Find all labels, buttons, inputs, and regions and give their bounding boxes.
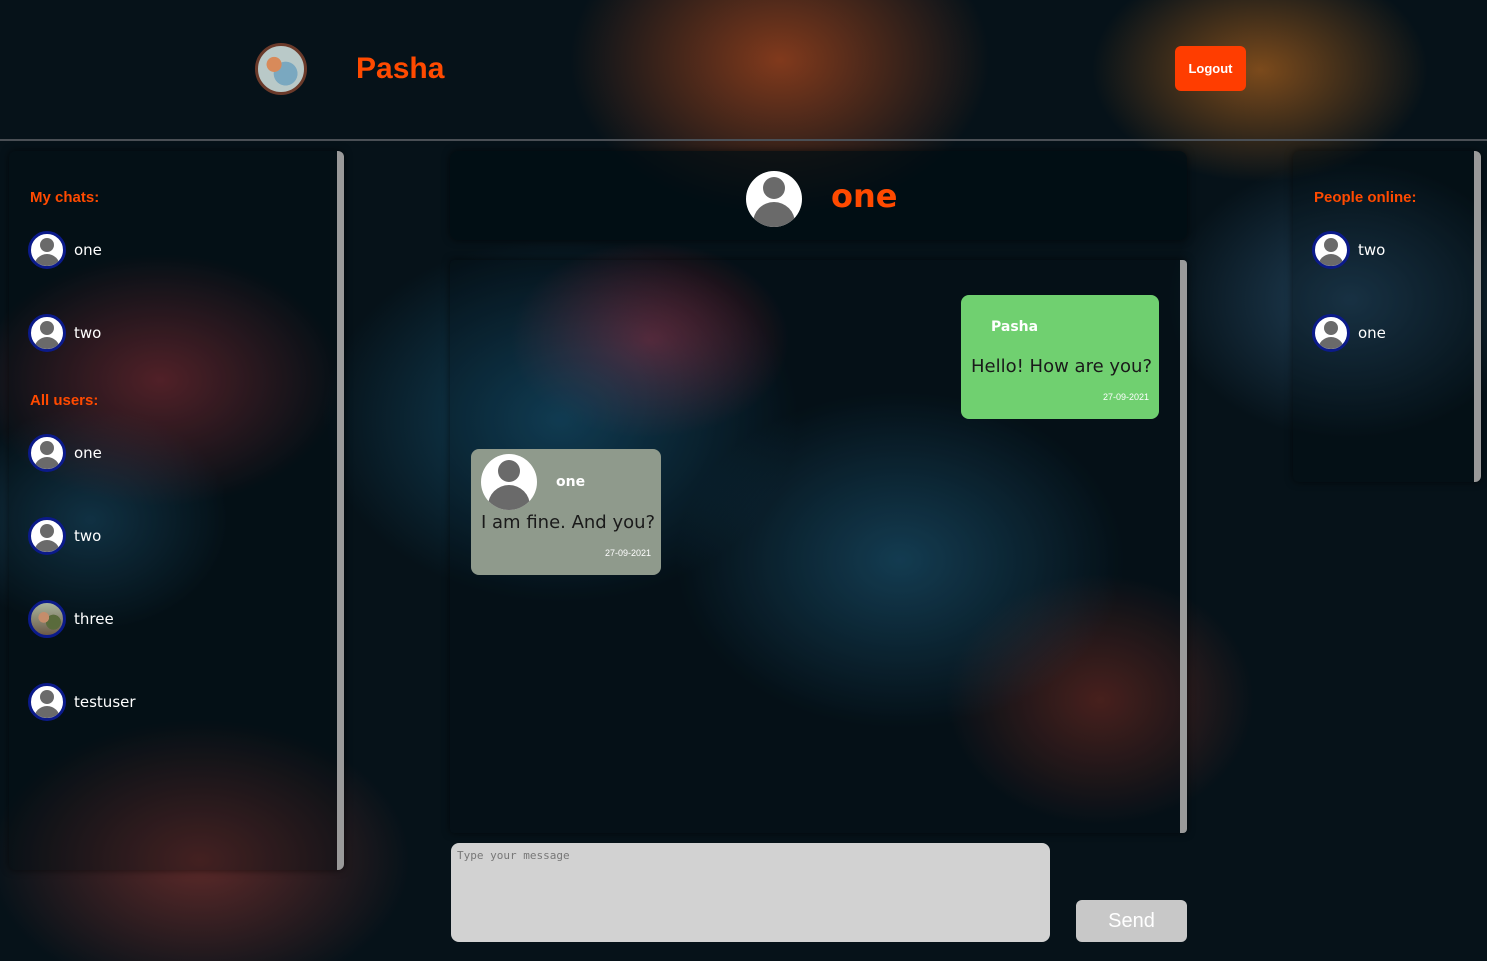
top-header: Pasha Logout bbox=[0, 0, 1487, 141]
all-users-item-testuser[interactable]: testuser bbox=[28, 682, 136, 722]
all-users-item-three[interactable]: three bbox=[28, 599, 114, 639]
message-input[interactable] bbox=[451, 843, 1050, 942]
user-item-label: one bbox=[74, 444, 102, 462]
message-sender: one bbox=[556, 474, 586, 490]
logout-button[interactable]: Logout bbox=[1175, 46, 1246, 91]
user-item-label: testuser bbox=[74, 693, 136, 711]
message-text: I am fine. And you? bbox=[481, 512, 656, 533]
current-user-avatar[interactable] bbox=[255, 43, 307, 95]
chat-header: one bbox=[450, 151, 1187, 240]
my-chats-item-one[interactable]: one bbox=[28, 230, 102, 270]
current-username: Pasha bbox=[356, 52, 445, 85]
default-avatar-icon bbox=[1312, 231, 1350, 269]
online-user-label: one bbox=[1358, 324, 1386, 342]
left-sidebar[interactable]: My chats: one two All users: one two thr… bbox=[9, 151, 344, 870]
all-users-item-two[interactable]: two bbox=[28, 516, 101, 556]
people-online-title: People online: bbox=[1314, 189, 1417, 206]
default-avatar-icon bbox=[746, 171, 802, 227]
default-avatar-icon bbox=[1312, 314, 1350, 352]
message-date: 27-09-2021 bbox=[604, 548, 651, 558]
online-user-label: two bbox=[1358, 241, 1386, 259]
online-user-one[interactable]: one bbox=[1312, 313, 1386, 353]
right-sidebar[interactable]: People online: two one bbox=[1293, 151, 1481, 482]
default-avatar-icon bbox=[28, 231, 66, 269]
photo-avatar bbox=[28, 600, 66, 638]
user-item-label: three bbox=[74, 610, 114, 628]
default-avatar-icon bbox=[28, 517, 66, 555]
user-item-label: two bbox=[74, 527, 102, 545]
send-button[interactable]: Send bbox=[1076, 900, 1187, 942]
default-avatar-icon bbox=[28, 314, 66, 352]
message-text: Hello! How are you? bbox=[971, 356, 1153, 377]
message-sender: Pasha bbox=[991, 319, 1039, 335]
all-users-item-one[interactable]: one bbox=[28, 433, 102, 473]
my-chats-title: My chats: bbox=[30, 189, 100, 206]
message-list[interactable]: Pasha Hello! How are you? 27-09-2021 one… bbox=[450, 260, 1187, 833]
default-avatar-icon bbox=[28, 683, 66, 721]
default-avatar-icon bbox=[28, 434, 66, 472]
chat-partner-name: one bbox=[831, 177, 898, 215]
default-avatar-icon bbox=[481, 454, 537, 510]
message-bubble-incoming: one I am fine. And you? 27-09-2021 bbox=[471, 449, 661, 575]
chat-item-label: one bbox=[74, 241, 102, 259]
message-bubble-outgoing: Pasha Hello! How are you? 27-09-2021 bbox=[961, 295, 1159, 419]
my-chats-item-two[interactable]: two bbox=[28, 313, 101, 353]
all-users-title: All users: bbox=[30, 392, 99, 409]
message-date: 27-09-2021 bbox=[1102, 392, 1149, 402]
chat-item-label: two bbox=[74, 324, 102, 342]
online-user-two[interactable]: two bbox=[1312, 230, 1385, 270]
